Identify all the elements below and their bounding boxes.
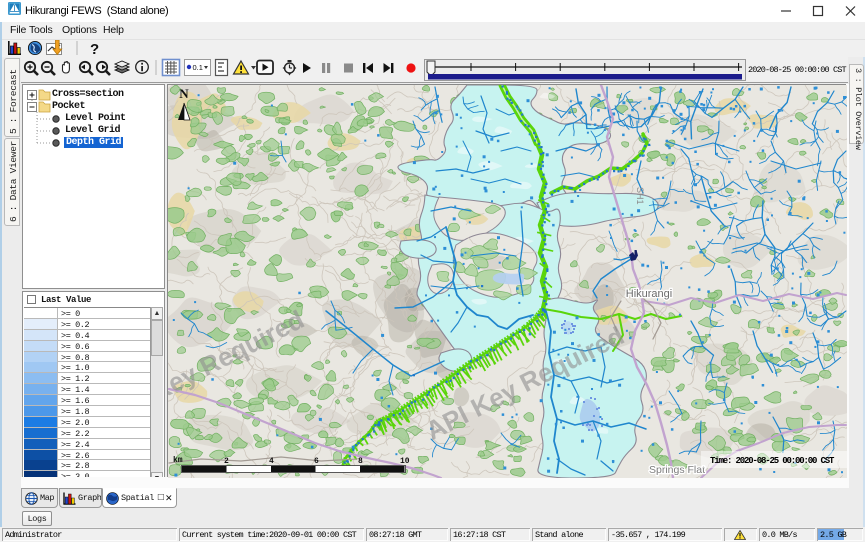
svg-text:SH1: SH1 <box>635 187 645 205</box>
svg-text:?: ? <box>90 41 99 57</box>
svg-text:0.1: 0.1 <box>193 63 203 72</box>
svg-text:4: 4 <box>269 457 274 466</box>
svg-text:8: 8 <box>358 457 363 466</box>
svg-text:10: 10 <box>400 457 410 466</box>
svg-text:2: 2 <box>224 457 229 466</box>
svg-text:Springs Flat: Springs Flat <box>649 464 705 476</box>
svg-text:Hikurangi: Hikurangi <box>626 288 672 300</box>
svg-text:km: km <box>173 456 183 465</box>
svg-text:N: N <box>179 86 189 101</box>
svg-text:Time: 2020-08-25 00:00:00 CST: Time: 2020-08-25 00:00:00 CST <box>710 456 835 466</box>
svg-text:6: 6 <box>314 457 319 466</box>
